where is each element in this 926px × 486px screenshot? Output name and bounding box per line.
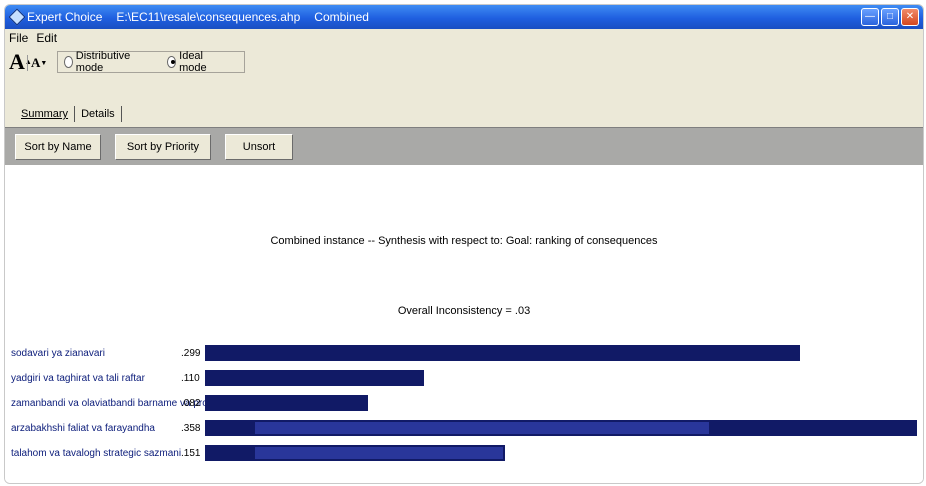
- bar-highlight: [255, 447, 503, 459]
- menu-bar: File Edit: [5, 29, 923, 47]
- menu-edit[interactable]: Edit: [32, 31, 61, 45]
- font-small-label: A: [31, 55, 41, 70]
- sort-by-priority-button[interactable]: Sort by Priority: [115, 134, 211, 160]
- priority-bar: [205, 445, 505, 461]
- synthesis-title: Combined instance -- Synthesis with resp…: [270, 235, 658, 247]
- alternative-label: sodavari ya zianavari: [11, 348, 105, 359]
- window-title-path: E:\EC11\resale\consequences.ahp: [116, 10, 301, 24]
- priority-value: .151: [181, 448, 201, 459]
- sort-by-name-button[interactable]: Sort by Name: [15, 134, 101, 160]
- bar-highlight: [255, 422, 709, 434]
- close-button[interactable]: ✕: [901, 8, 919, 26]
- ideal-mode-label[interactable]: Ideal mode: [179, 50, 216, 74]
- synthesis-panel: Combined instance -- Synthesis with resp…: [5, 165, 923, 483]
- overall-inconsistency: Overall Inconsistency = .03: [397, 305, 531, 317]
- minimize-button[interactable]: —: [861, 8, 879, 26]
- alternative-label: arzabakhshi faliat va farayandha: [11, 423, 155, 434]
- ideal-mode-radio[interactable]: [167, 56, 177, 68]
- tab-divider: [120, 106, 122, 122]
- app-window: Expert Choice E:\EC11\resale\consequence…: [4, 4, 924, 484]
- distributive-mode-radio[interactable]: [64, 56, 73, 68]
- font-down-icon: ▼: [40, 59, 48, 67]
- mode-selector: Distributive mode Ideal mode: [57, 50, 245, 74]
- tab-strip: Summary Details: [17, 103, 124, 125]
- tab-summary[interactable]: Summary: [17, 108, 72, 120]
- priority-value: .110: [181, 373, 200, 384]
- tab-details-label: Details: [81, 108, 115, 120]
- tab-divider: [74, 106, 76, 122]
- tab-summary-label: Summary: [21, 108, 69, 120]
- app-icon: [8, 8, 26, 26]
- priority-value: .082: [181, 398, 201, 409]
- maximize-button[interactable]: □: [881, 8, 899, 26]
- sort-bar: Sort by Name Sort by Priority Unsort: [5, 127, 923, 166]
- alternative-label: yadgiri va taghirat va tali raftar: [11, 373, 145, 384]
- decrease-font-button[interactable]: A▼: [27, 55, 47, 71]
- window-title-instance: Combined: [314, 10, 369, 24]
- font-large-label: A: [9, 49, 25, 74]
- priority-bar: [205, 420, 917, 436]
- menu-file[interactable]: File: [5, 31, 32, 45]
- priority-value: .299: [181, 348, 201, 359]
- alternative-label: talahom va tavalogh strategic sazmani: [11, 448, 182, 459]
- tab-details[interactable]: Details: [77, 108, 119, 120]
- priority-bar: [205, 395, 368, 411]
- priority-value: .358: [181, 423, 201, 434]
- priority-bar: [205, 345, 800, 361]
- unsort-button[interactable]: Unsort: [225, 134, 293, 160]
- title-bar[interactable]: Expert Choice E:\EC11\resale\consequence…: [5, 5, 923, 29]
- window-title-app: Expert Choice: [27, 10, 103, 24]
- priority-bar: [205, 370, 424, 386]
- distributive-mode-label[interactable]: Distributive mode: [76, 50, 134, 74]
- window-controls: — □ ✕: [861, 8, 919, 26]
